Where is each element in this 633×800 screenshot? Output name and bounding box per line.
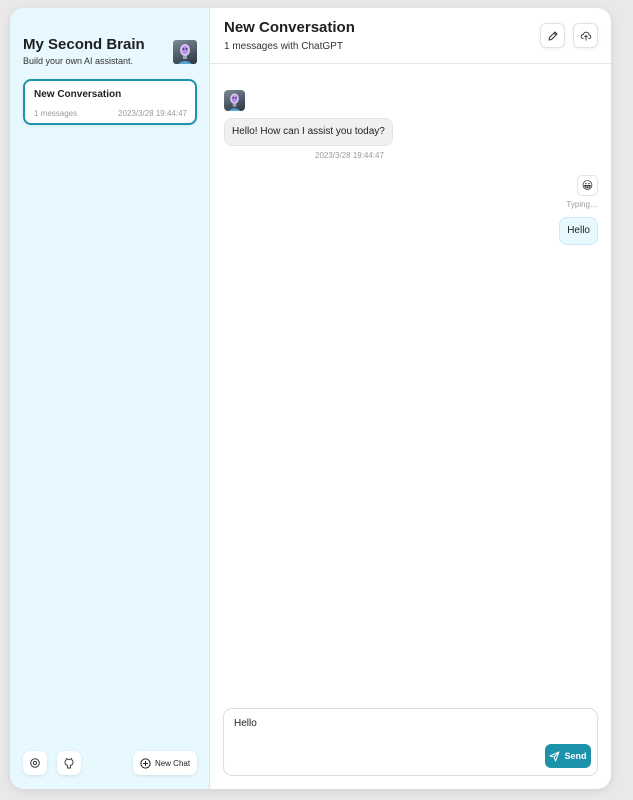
sidebar: My Second Brain Build your own AI assist… [10,8,210,789]
app-window: My Second Brain Build your own AI assist… [10,8,611,789]
plus-circle-icon [140,757,151,769]
typing-status: Typing… [566,200,598,209]
chat-panel: New Conversation 1 messages with ChatGPT [210,8,611,789]
chat-item-title: New Conversation [34,89,122,100]
user-message-bubble: Hello [559,217,598,245]
chat-title: New Conversation [224,19,355,36]
bot-message-time: 2023/3/28 19:44:47 [315,151,384,160]
rename-button[interactable] [540,23,565,48]
settings-button[interactable] [23,751,47,775]
message-input[interactable]: Hello [234,718,534,729]
chat-list-item[interactable]: New Conversation 1 messages 2023/3/28 19… [23,79,197,125]
export-icon [580,30,592,42]
rename-icon [547,30,559,42]
chat-header: New Conversation 1 messages with ChatGPT [210,8,611,64]
export-button[interactable] [573,23,598,48]
message-composer[interactable]: Hello Send [223,708,598,776]
sidebar-title: My Second Brain [23,36,145,53]
chat-item-count: 1 messages [34,109,78,118]
chat-subtitle: 1 messages with ChatGPT [224,41,343,52]
user-avatar: 😀 [577,175,598,196]
robot-avatar-icon [224,90,245,111]
send-button[interactable]: Send [545,744,591,768]
send-label: Send [564,751,587,761]
new-chat-button[interactable]: New Chat [133,751,197,775]
send-icon [549,751,560,762]
robot-avatar-icon [173,40,197,64]
chat-item-time: 2023/3/28 19:44:47 [118,109,187,118]
sidebar-subtitle: Build your own AI assistant. [23,56,134,66]
new-chat-label: New Chat [154,758,191,768]
github-button[interactable] [57,751,81,775]
github-icon [63,757,75,769]
bot-message-bubble: Hello! How can I assist you today? [224,118,393,146]
gear-icon [29,757,41,769]
